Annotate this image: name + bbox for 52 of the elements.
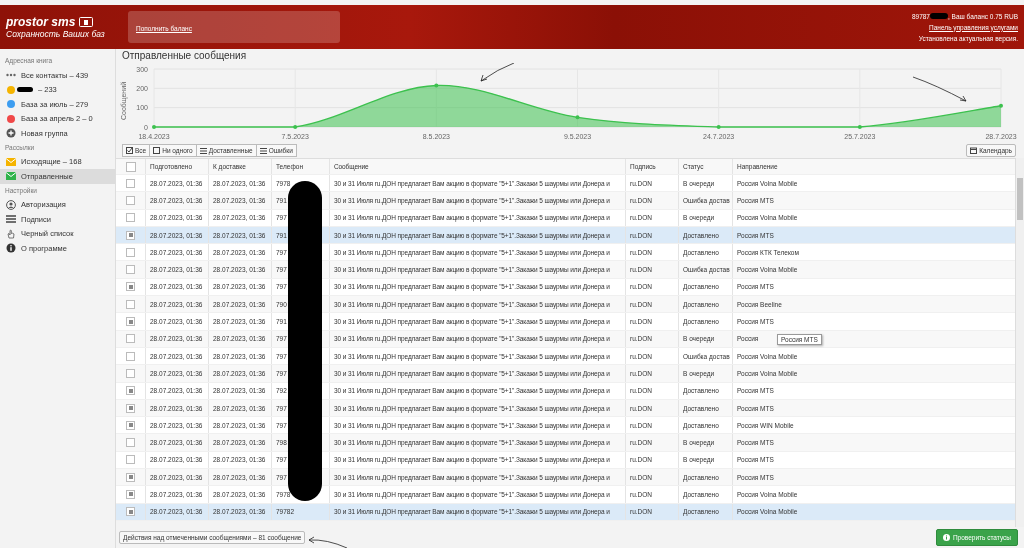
- user-icon: [6, 199, 16, 210]
- data-point: [293, 125, 298, 129]
- checkbox[interactable]: [126, 438, 135, 448]
- checkbox[interactable]: [126, 472, 135, 482]
- data-point: [716, 125, 721, 129]
- data-point: [857, 125, 862, 129]
- checkbox[interactable]: [126, 420, 135, 430]
- checkbox[interactable]: [126, 351, 135, 361]
- checkbox[interactable]: [126, 386, 135, 396]
- list-icon: [6, 215, 16, 224]
- arrow-drawing: [912, 76, 967, 102]
- checkbox[interactable]: [126, 213, 135, 223]
- info-icon: [942, 534, 950, 541]
- sim-card-icon: [79, 17, 94, 27]
- checkbox-icon: [153, 147, 161, 154]
- list-icon: [199, 147, 207, 154]
- arrow-drawing: [307, 534, 348, 548]
- checkbox[interactable]: [126, 247, 135, 257]
- checkbox[interactable]: [126, 195, 135, 205]
- list-icon: [259, 147, 267, 154]
- checkbox[interactable]: [126, 230, 135, 240]
- arrow-drawing: [480, 63, 515, 82]
- data-point: [434, 83, 439, 88]
- checkbox[interactable]: [126, 282, 135, 292]
- checkbox[interactable]: [126, 490, 135, 499]
- checkbox[interactable]: [126, 178, 135, 188]
- checkbox[interactable]: [126, 507, 135, 517]
- hand-icon: [6, 228, 16, 239]
- checkbox[interactable]: [126, 334, 135, 344]
- checkbox[interactable]: [125, 161, 136, 172]
- checkbox[interactable]: [126, 299, 135, 309]
- plus-icon: [6, 128, 16, 139]
- info-icon: [6, 243, 16, 254]
- calendar-icon: [970, 147, 978, 154]
- group-dot: [6, 84, 16, 95]
- envelope-icon: [6, 172, 16, 181]
- checkbox[interactable]: [126, 317, 135, 326]
- checkbox-icon: [126, 147, 133, 154]
- page-title: Отправленные сообщения: [122, 50, 248, 62]
- checkbox[interactable]: [126, 455, 135, 465]
- checkbox[interactable]: [126, 265, 135, 275]
- group-dot: [6, 113, 16, 124]
- envelope-icon: [6, 157, 16, 166]
- data-point: [575, 115, 580, 120]
- group-dot: [6, 99, 16, 110]
- checkbox[interactable]: [126, 368, 135, 378]
- data-point: [999, 103, 1003, 108]
- redaction-mark: [930, 13, 948, 19]
- logo-subtitle: Сохранность Ваших баз: [6, 29, 106, 39]
- checkbox[interactable]: [126, 403, 135, 413]
- logo-title: prostor sms: [6, 15, 76, 29]
- data-point: [152, 125, 156, 129]
